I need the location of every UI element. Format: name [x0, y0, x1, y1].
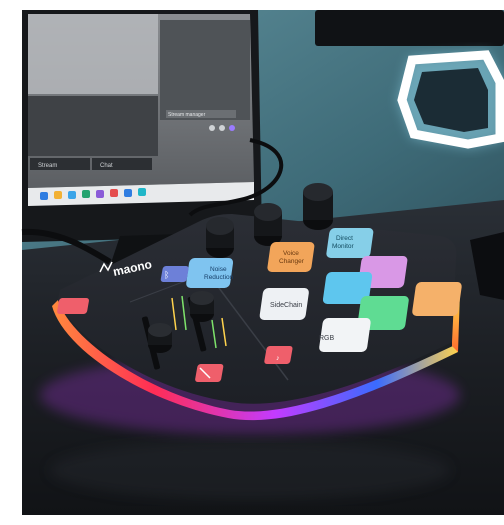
- knob-1[interactable]: [206, 217, 234, 258]
- rgb-label: RGB: [319, 335, 335, 342]
- direct-monitor-label-1: Direct: [336, 235, 353, 242]
- knob-2[interactable]: [254, 203, 282, 246]
- monitor-tab-chat: Chat: [100, 163, 113, 169]
- rgb-pad[interactable]: RGB: [319, 318, 372, 352]
- orange-pad[interactable]: [412, 282, 463, 316]
- noise-reduction-label-1: Noise: [210, 266, 227, 273]
- channel-1-mute-button[interactable]: [195, 364, 224, 382]
- hex-light: [397, 50, 504, 149]
- monitor-field-hint: Stream manager: [168, 112, 206, 118]
- voice-changer-pad[interactable]: Voice Changer: [267, 242, 315, 272]
- direct-monitor-label-2: Monitor: [332, 243, 355, 250]
- voice-changer-label-1: Voice: [283, 250, 299, 257]
- product-photo: Stream Chat Stream manager Noise Reducti…: [0, 0, 504, 525]
- direct-monitor-pad[interactable]: Direct Monitor: [326, 228, 374, 258]
- monitor-tab-stream: Stream: [38, 163, 57, 169]
- bluetooth-icon: ᛒ: [164, 270, 169, 280]
- sidechain-label: SideChain: [270, 302, 302, 309]
- bluetooth-button[interactable]: ᛒ: [160, 266, 189, 282]
- channel-2-mute-button[interactable]: ♪: [264, 346, 293, 364]
- noise-reduction-label-2: Reduction: [204, 274, 234, 281]
- knob-3[interactable]: [303, 183, 333, 230]
- headphone-mute-icon: ♪: [276, 355, 280, 362]
- noise-reduction-pad[interactable]: Noise Reduction: [186, 258, 234, 288]
- sidechain-pad[interactable]: SideChain: [259, 288, 309, 320]
- voice-changer-label-2: Changer: [279, 258, 305, 265]
- mic-mute-button[interactable]: [57, 298, 90, 314]
- second-monitor: [315, 10, 504, 46]
